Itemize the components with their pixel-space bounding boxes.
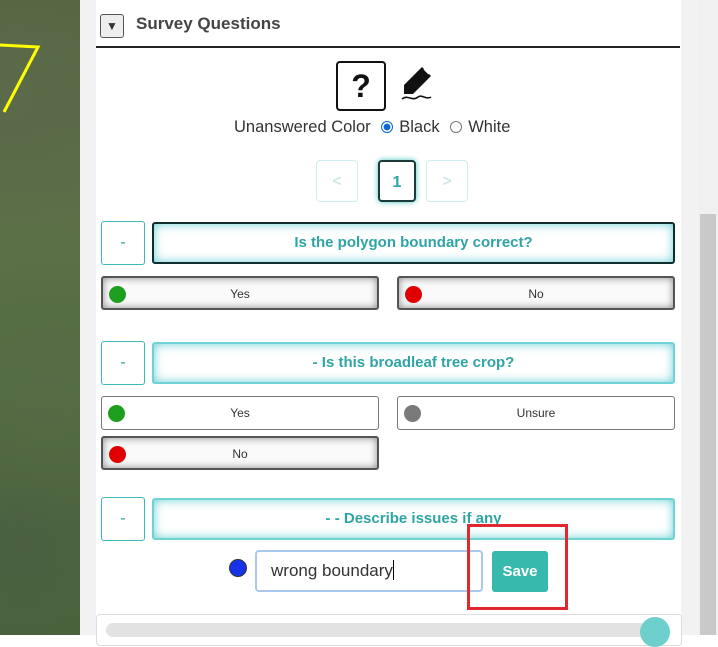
black-radio-label[interactable]: Black bbox=[399, 118, 439, 136]
green-dot-icon bbox=[109, 286, 126, 303]
text-caret bbox=[392, 560, 394, 580]
white-radio-label[interactable]: White bbox=[468, 118, 510, 136]
answer-no-button[interactable]: No bbox=[101, 436, 379, 470]
collapse-question-2-button[interactable]: - bbox=[101, 341, 145, 385]
answer-yes-button[interactable]: Yes bbox=[101, 396, 379, 430]
question-3-title[interactable]: - - Describe issues if any bbox=[152, 498, 675, 540]
map-view[interactable] bbox=[0, 0, 80, 635]
answer-label: No bbox=[232, 447, 248, 461]
question-help-icon[interactable]: ? bbox=[336, 61, 386, 111]
unanswered-color-row: Unanswered Color Black White bbox=[234, 118, 510, 137]
question-1-title[interactable]: Is the polygon boundary correct? bbox=[152, 222, 675, 264]
scrollbar-thumb[interactable] bbox=[700, 214, 716, 635]
highlight-box bbox=[467, 524, 568, 610]
pen-icon[interactable] bbox=[398, 64, 436, 107]
red-dot-icon bbox=[405, 286, 422, 303]
gray-dot-icon bbox=[404, 405, 421, 422]
answer-label: Yes bbox=[230, 406, 250, 420]
polygon-outline bbox=[0, 43, 41, 113]
answer-no-button[interactable]: No bbox=[397, 276, 675, 310]
answer-label: Yes bbox=[230, 287, 250, 301]
white-radio[interactable] bbox=[450, 121, 463, 133]
collapse-question-3-button[interactable]: - bbox=[101, 497, 145, 541]
answer-label: Unsure bbox=[516, 406, 556, 420]
slider-handle[interactable] bbox=[640, 617, 670, 647]
survey-header: ▼ Survey Questions bbox=[96, 8, 680, 48]
collapse-question-1-button[interactable]: - bbox=[101, 221, 145, 265]
blue-dot-icon bbox=[229, 559, 247, 577]
issues-text-input[interactable]: wrong boundary bbox=[255, 550, 483, 592]
page-1-button[interactable]: 1 bbox=[378, 160, 416, 202]
next-page-button[interactable]: > bbox=[426, 160, 468, 202]
collapse-toggle-button[interactable]: ▼ bbox=[100, 14, 124, 38]
prev-page-button[interactable]: < bbox=[316, 160, 358, 202]
answer-yes-button[interactable]: Yes bbox=[101, 276, 379, 310]
survey-title: Survey Questions bbox=[136, 14, 281, 33]
answer-unsure-button[interactable]: Unsure bbox=[397, 396, 675, 430]
red-dot-icon bbox=[109, 446, 126, 463]
black-radio[interactable] bbox=[381, 121, 394, 133]
unanswered-color-label: Unanswered Color bbox=[234, 118, 371, 136]
question-2-title[interactable]: - Is this broadleaf tree crop? bbox=[152, 342, 675, 384]
green-dot-icon bbox=[108, 405, 125, 422]
answer-label: No bbox=[528, 287, 544, 301]
